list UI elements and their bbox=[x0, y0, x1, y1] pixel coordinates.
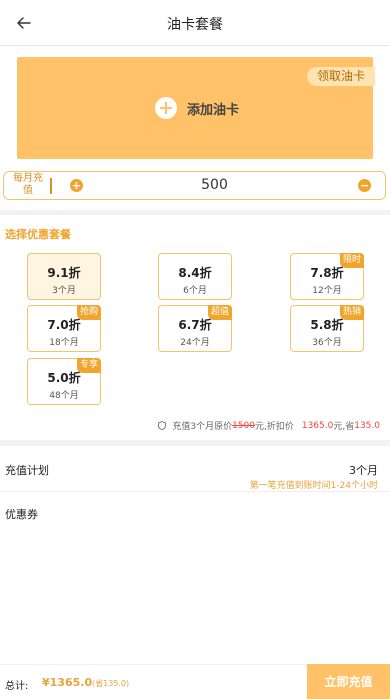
monthly-amount-stepper: 每月充值 + 500 − bbox=[3, 171, 386, 200]
recharge-now-button[interactable]: 立即充值 bbox=[307, 664, 390, 699]
page-title: 油卡套餐 bbox=[167, 17, 223, 33]
plan-info-value: 3个月 bbox=[349, 464, 378, 477]
coupon-label: 优惠券 bbox=[5, 508, 38, 521]
increase-button[interactable]: + bbox=[70, 179, 83, 192]
decrease-button[interactable]: − bbox=[358, 179, 371, 192]
total-value: ¥1365.0 bbox=[42, 676, 93, 689]
plan-tag-badge: 热销 bbox=[339, 305, 364, 320]
plan-months: 12个月 bbox=[312, 286, 342, 296]
add-card-banner[interactable]: 领取油卡 添加油卡 bbox=[17, 57, 375, 159]
plus-circle-icon bbox=[155, 97, 177, 119]
plan-option[interactable]: 5.8折 36个月 热销 bbox=[290, 305, 364, 352]
add-card-label: 添加油卡 bbox=[187, 102, 240, 118]
price-summary: 充值3个月原价 1500 元,折扣价 1365.0 元,省 135.0 bbox=[158, 419, 380, 432]
plan-info-note: 第一笔充值到账时间1-24个小时 bbox=[249, 481, 378, 491]
section-divider bbox=[0, 440, 390, 446]
plan-option[interactable]: 5.0折 48个月 专享 bbox=[27, 358, 101, 405]
plan-discount: 9.1折 bbox=[47, 266, 81, 280]
plan-option[interactable]: 8.4折 6个月 bbox=[158, 253, 232, 300]
plus-icon: + bbox=[71, 179, 82, 192]
plan-tag-badge: 限时 bbox=[339, 253, 364, 268]
monthly-label: 每月充值 bbox=[13, 173, 43, 196]
summary-middle: 元,折扣价 bbox=[254, 422, 294, 432]
plan-months: 18个月 bbox=[49, 338, 79, 348]
plan-option[interactable]: 7.0折 18个月 抢购 bbox=[27, 305, 101, 352]
plan-months: 24个月 bbox=[180, 338, 210, 348]
bottom-bar: 总计: ¥1365.0 (省135.0) 立即充值 bbox=[0, 664, 390, 699]
plan-info-label: 充值计划 bbox=[5, 464, 49, 477]
plan-option[interactable]: 7.8折 12个月 限时 bbox=[290, 253, 364, 300]
divider bbox=[50, 178, 52, 194]
plan-option[interactable]: 6.7折 24个月 超值 bbox=[158, 305, 232, 352]
plan-months: 6个月 bbox=[183, 286, 207, 296]
discount-price: 1365.0 bbox=[301, 420, 334, 431]
plan-months: 3个月 bbox=[52, 286, 76, 296]
shield-icon bbox=[158, 421, 167, 430]
plan-info-row: 充值计划 3个月 第一笔充值到账时间1-24个小时 bbox=[0, 462, 390, 492]
monthly-amount-value[interactable]: 500 bbox=[84, 177, 345, 193]
claim-card-button[interactable]: 领取油卡 bbox=[306, 67, 375, 86]
add-card-button[interactable]: 添加油卡 bbox=[155, 97, 239, 119]
minus-icon: − bbox=[359, 179, 370, 192]
summary-prefix: 充值3个月原价 bbox=[172, 422, 233, 432]
section-divider bbox=[0, 210, 390, 215]
plan-tag-badge: 抢购 bbox=[76, 305, 101, 320]
header: 油卡套餐 bbox=[0, 0, 390, 46]
plan-option[interactable]: 9.1折 3个月 bbox=[27, 253, 101, 300]
plan-tag-badge: 专享 bbox=[76, 358, 101, 373]
coupon-row[interactable]: 优惠券 bbox=[0, 506, 390, 526]
summary-suffix: 元,省 bbox=[333, 422, 355, 432]
plans-section-title: 选择优惠套餐 bbox=[5, 228, 71, 241]
total-label: 总计: bbox=[5, 681, 29, 692]
plan-months: 36个月 bbox=[312, 338, 342, 348]
saved-text: (省135.0) bbox=[92, 679, 130, 688]
plan-tag-badge: 超值 bbox=[207, 305, 232, 320]
plan-discount: 8.4折 bbox=[178, 266, 212, 280]
saved-amount: 135.0 bbox=[354, 420, 380, 431]
plan-months: 48个月 bbox=[49, 391, 79, 401]
original-price: 1500 bbox=[232, 420, 255, 431]
